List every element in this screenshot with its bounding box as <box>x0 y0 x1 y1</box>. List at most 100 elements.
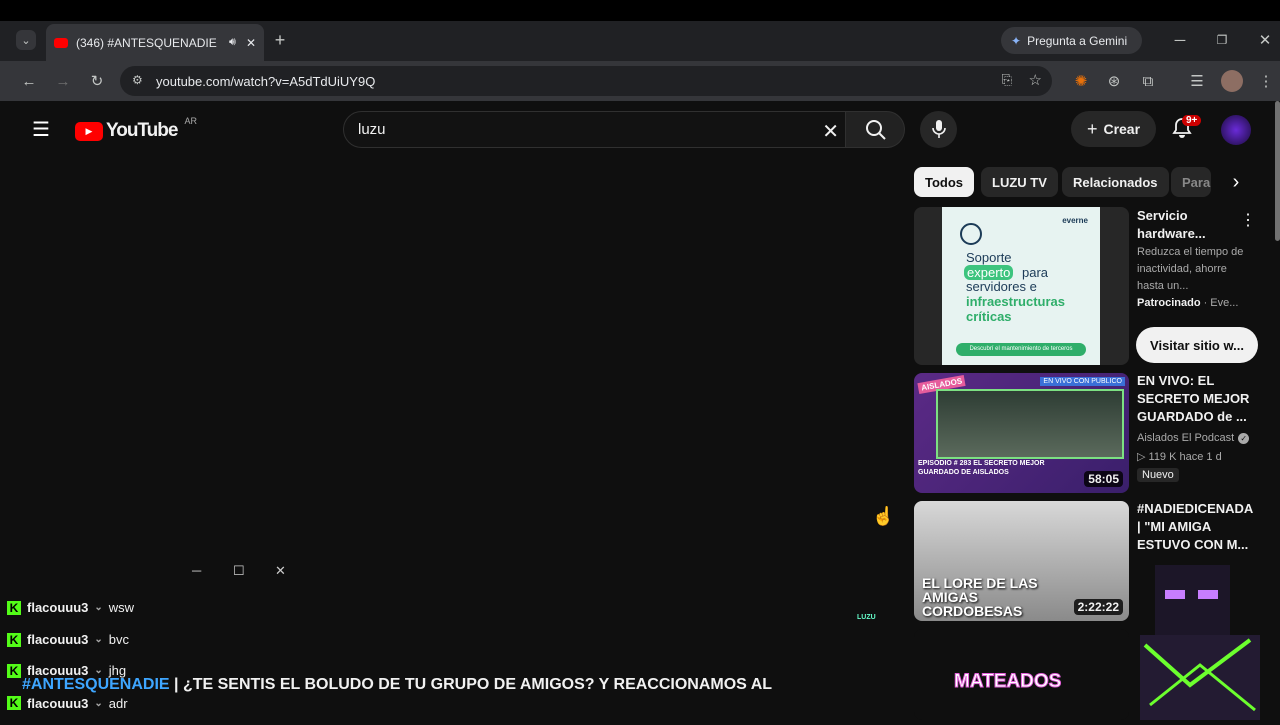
tab-search-button[interactable]: ⌄ <box>16 30 36 50</box>
region-code: AR <box>184 116 197 126</box>
chips-next-icon[interactable]: › <box>1226 171 1246 193</box>
reading-list-icon[interactable]: ☰ <box>1186 70 1208 92</box>
site-info-icon[interactable]: ⚙ <box>132 73 143 87</box>
kick-icon: K <box>7 696 21 710</box>
video-thumbnail-mateados[interactable]: MATEADOS <box>914 629 1129 720</box>
title-hashtag[interactable]: #ANTESQUENADIE <box>22 676 170 693</box>
restore-window-icon[interactable]: ❐ <box>1212 30 1232 50</box>
ad-headline-1: Soporte <box>966 250 1012 265</box>
ad-headline-4: servidores e <box>966 279 1037 294</box>
screen-top-bar <box>0 0 1280 21</box>
video-thumbnail-aislados[interactable]: AISLADOS EN VIVO CON PUBLICO EPISODIO # … <box>914 373 1129 493</box>
youtube-favicon-icon <box>54 37 68 48</box>
streamer-avatar-overlay <box>1130 535 1270 720</box>
ad-advertiser: · Eve... <box>1203 297 1239 309</box>
search-button[interactable] <box>845 111 905 148</box>
video-title[interactable]: EN VIVO: EL SECRETO MEJOR GUARDADO de ..… <box>1137 372 1259 426</box>
browser-tab[interactable]: (346) #ANTESQUENADIE | ¿ 🔊︎ ✕ <box>46 24 264 61</box>
ad-brand: everne <box>1062 216 1088 225</box>
account-avatar[interactable] <box>1221 115 1251 145</box>
reload-icon[interactable]: ↻ <box>86 70 108 92</box>
kick-icon: K <box>7 632 21 647</box>
clear-search-icon[interactable]: ✕ <box>822 119 839 144</box>
episode-caption: EPISODIO # 283 EL SECRETO MEJOR GUARDADO… <box>918 460 1045 476</box>
ad-description: Reduzca el tiempo de inactividad, ahorre… <box>1137 246 1244 292</box>
overlay-maximize-icon[interactable]: ☐ <box>233 563 245 579</box>
voice-search-button[interactable] <box>920 111 957 148</box>
video-channel[interactable]: Aislados El Podcast <box>1137 430 1234 447</box>
profile-avatar[interactable] <box>1221 70 1243 92</box>
thumbnail-caption: EL LORE DE LAS AMIGAS CORDOBESAS <box>922 575 1038 619</box>
ad-thumbnail[interactable]: everne Soporte experto para servidores e… <box>914 207 1129 365</box>
chat-user: flacouuu3 <box>27 632 89 647</box>
url-text: youtube.com/watch?v=A5dTdUiUY9Q <box>156 73 376 89</box>
chat-message: Kflacouuu3 ⌄ wsw <box>7 600 134 615</box>
overlay-minimize-icon[interactable]: ─ <box>192 563 201 578</box>
chat-text: wsw <box>108 600 135 615</box>
microphone-icon <box>932 120 946 138</box>
hamburger-menu-icon[interactable]: ☰ <box>30 118 52 141</box>
chevron-down-icon: ⌄ <box>94 665 103 676</box>
youtube-wordmark: YouTube <box>106 120 178 141</box>
extension-claude-icon[interactable]: ✺ <box>1070 70 1092 92</box>
luzu-watermark: LUZU <box>857 614 876 621</box>
ad-sponsored-label: Patrocinado <box>1137 297 1201 309</box>
overlay-close-icon[interactable]: ✕ <box>275 563 286 579</box>
close-tab-icon[interactable]: ✕ <box>246 36 256 50</box>
chat-user: flacouuu3 <box>27 600 89 615</box>
extensions-puzzle-icon[interactable]: ⧉ <box>1137 70 1159 92</box>
youtube-logo[interactable]: ▶ YouTube AR <box>75 116 197 142</box>
search-input[interactable]: luzu ✕ <box>343 111 846 148</box>
ad-headline-3: para <box>1022 265 1049 280</box>
speaker-icon[interactable]: 🔊︎ <box>229 36 236 49</box>
video-thumbnail-nadiedicenada[interactable]: EL LORE DE LAS AMIGAS CORDOBESAS 2:22:22 <box>914 501 1129 621</box>
chat-message: Kflacouuu3 ⌄ bvc <box>7 632 129 647</box>
chip-relacionados[interactable]: Relacionados <box>1062 167 1169 197</box>
search-icon <box>866 120 886 140</box>
video-stats: ▷ 119 K hace 1 d <box>1137 451 1222 463</box>
ad-gear-icon <box>960 223 982 245</box>
podcast-scene <box>936 389 1124 459</box>
video-title-overlay: #ANTESQUENADIE | ¿TE SENTIS EL BOLUDO DE… <box>22 676 772 694</box>
browser-menu-icon[interactable]: ⋮ <box>1256 70 1276 92</box>
floating-window-controls: ─ ☐ ✕ <box>192 563 292 579</box>
mateados-logo: MATEADOS <box>953 671 1062 693</box>
minimize-window-icon[interactable]: ─ <box>1170 30 1190 50</box>
gemini-icon: ✦ <box>1011 33 1022 48</box>
bookmark-star-icon[interactable]: ☆ <box>1029 71 1042 89</box>
page-scrollbar[interactable] <box>1275 101 1280 241</box>
chat-message: Kflacouuu3 ⌄ adr <box>7 696 128 710</box>
address-bar[interactable]: ⚙ youtube.com/watch?v=A5dTdUiUY9Q ⎘ ☆ <box>120 66 1052 96</box>
title-rest: | ¿TE SENTIS EL BOLUDO DE TU GRUPO DE AM… <box>169 676 773 693</box>
chip-luzu-tv[interactable]: LUZU TV <box>981 167 1058 197</box>
gemini-button[interactable]: ✦ Pregunta a Gemini <box>1001 27 1142 54</box>
ad-headline-6: críticas <box>966 309 1012 324</box>
visit-site-button[interactable]: Visitar sitio w... <box>1136 327 1258 363</box>
search-value: luzu <box>358 121 386 138</box>
create-button[interactable]: + Crear <box>1071 111 1156 147</box>
gemini-label: Pregunta a Gemini <box>1027 33 1128 48</box>
kick-icon: K <box>7 600 21 615</box>
extension-openai-icon[interactable]: ⊛ <box>1103 70 1125 92</box>
kick-icon: K <box>7 663 21 678</box>
chip-para[interactable]: Para <box>1171 167 1211 197</box>
ad-creative: everne Soporte experto para servidores e… <box>942 207 1100 365</box>
video-duration: 58:05 <box>1084 471 1123 487</box>
ad-cta-small: Descubrí el mantenimiento de terceros <box>956 343 1086 356</box>
chat-text: bvc <box>108 632 130 647</box>
new-tab-button[interactable]: + <box>270 30 290 50</box>
ad-more-icon[interactable]: ⋮ <box>1240 210 1256 230</box>
back-icon[interactable]: ← <box>18 70 40 92</box>
chat-user: flacouuu3 <box>27 696 89 710</box>
notification-count-badge: 9+ <box>1182 115 1202 126</box>
plus-icon: + <box>1086 118 1098 139</box>
video-channel-line: Aislados El Podcast ✓ <box>1137 430 1250 447</box>
forward-icon[interactable]: → <box>52 70 74 92</box>
ad-headline-2: experto <box>964 265 1014 280</box>
verified-icon: ✓ <box>1238 433 1250 444</box>
youtube-play-icon: ▶ <box>75 121 103 141</box>
notifications-button[interactable]: 9+ <box>1172 115 1202 141</box>
chip-todos[interactable]: Todos <box>914 167 975 197</box>
close-window-icon[interactable]: ✕ <box>1255 30 1275 50</box>
install-app-icon[interactable]: ⎘ <box>1002 72 1012 88</box>
